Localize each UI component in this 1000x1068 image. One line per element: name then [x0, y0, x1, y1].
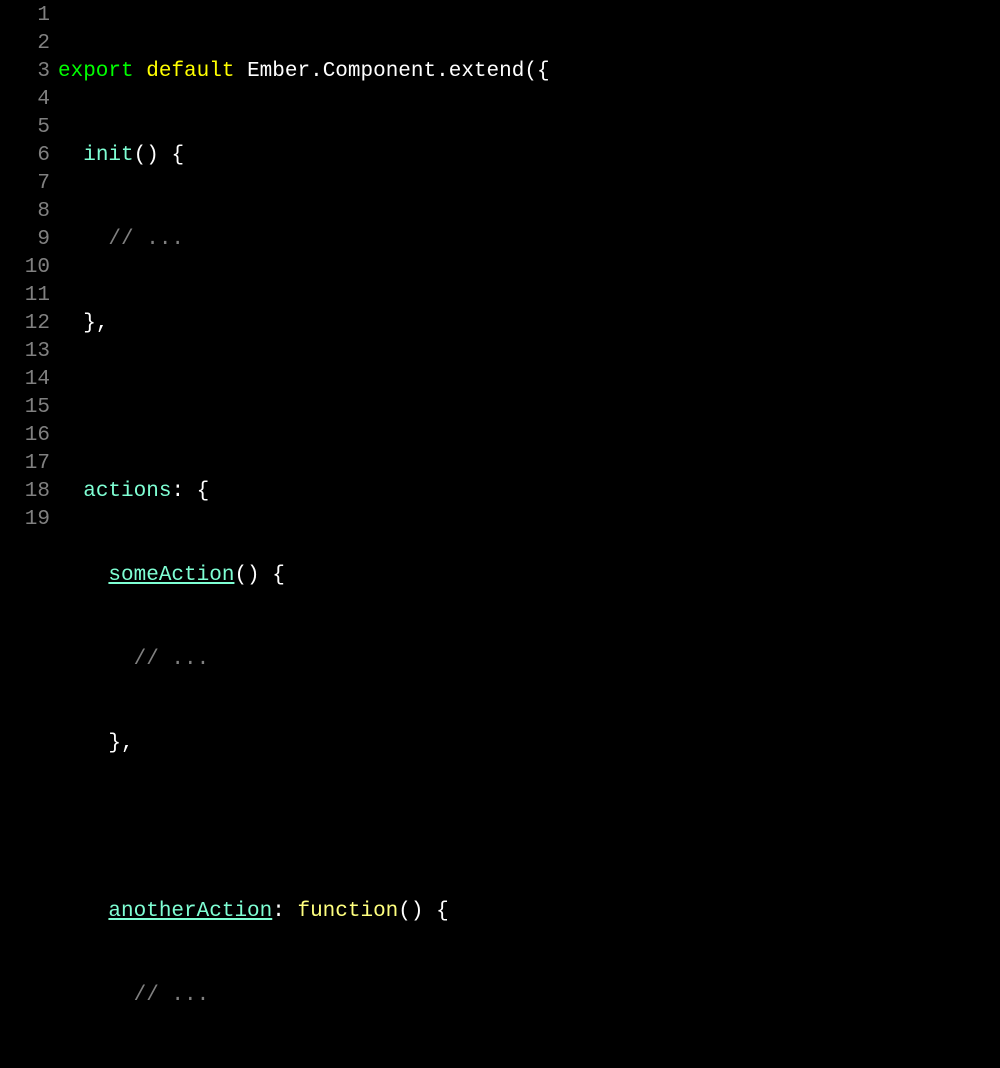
code-editor[interactable]: 1 2 3 4 5 6 7 8 9 10 11 12 13 14 15 16 1…	[0, 0, 1000, 1068]
keyword-default: default	[146, 60, 234, 83]
keyword-function: function	[297, 900, 398, 923]
code-line: someAction() {	[58, 562, 1000, 590]
line-number: 5	[0, 114, 50, 142]
line-number: 4	[0, 86, 50, 114]
line-number: 8	[0, 198, 50, 226]
line-number: 1	[0, 2, 50, 30]
line-number: 11	[0, 282, 50, 310]
line-number: 18	[0, 478, 50, 506]
property-actions: actions	[83, 480, 171, 503]
identifier-ember: Ember	[247, 60, 310, 83]
code-line: },	[58, 310, 1000, 338]
keyword-export: export	[58, 60, 134, 83]
code-area[interactable]: export default Ember.Component.extend({ …	[58, 2, 1000, 1068]
code-line: // ...	[58, 982, 1000, 1010]
method-another-action: anotherAction	[108, 900, 272, 923]
code-line: // ...	[58, 226, 1000, 254]
comment: // ...	[134, 984, 210, 1007]
line-number: 3	[0, 58, 50, 86]
line-number: 19	[0, 506, 50, 534]
line-number: 6	[0, 142, 50, 170]
line-number: 12	[0, 310, 50, 338]
code-line: export default Ember.Component.extend({	[58, 58, 1000, 86]
code-line: },	[58, 1066, 1000, 1068]
line-number: 9	[0, 226, 50, 254]
line-number-gutter: 1 2 3 4 5 6 7 8 9 10 11 12 13 14 15 16 1…	[0, 2, 58, 1068]
line-number: 14	[0, 366, 50, 394]
comment: // ...	[108, 228, 184, 251]
code-line	[58, 814, 1000, 842]
line-number: 2	[0, 30, 50, 58]
code-line: actions: {	[58, 478, 1000, 506]
code-line: },	[58, 730, 1000, 758]
line-number: 17	[0, 450, 50, 478]
identifier-extend: extend	[449, 60, 525, 83]
comment: // ...	[134, 648, 210, 671]
line-number: 13	[0, 338, 50, 366]
method-init: init	[83, 144, 133, 167]
identifier-component: Component	[323, 60, 436, 83]
code-line: anotherAction: function() {	[58, 898, 1000, 926]
code-line	[58, 394, 1000, 422]
code-line: // ...	[58, 646, 1000, 674]
code-line: init() {	[58, 142, 1000, 170]
method-some-action: someAction	[108, 564, 234, 587]
line-number: 7	[0, 170, 50, 198]
line-number: 16	[0, 422, 50, 450]
line-number: 15	[0, 394, 50, 422]
line-number: 10	[0, 254, 50, 282]
